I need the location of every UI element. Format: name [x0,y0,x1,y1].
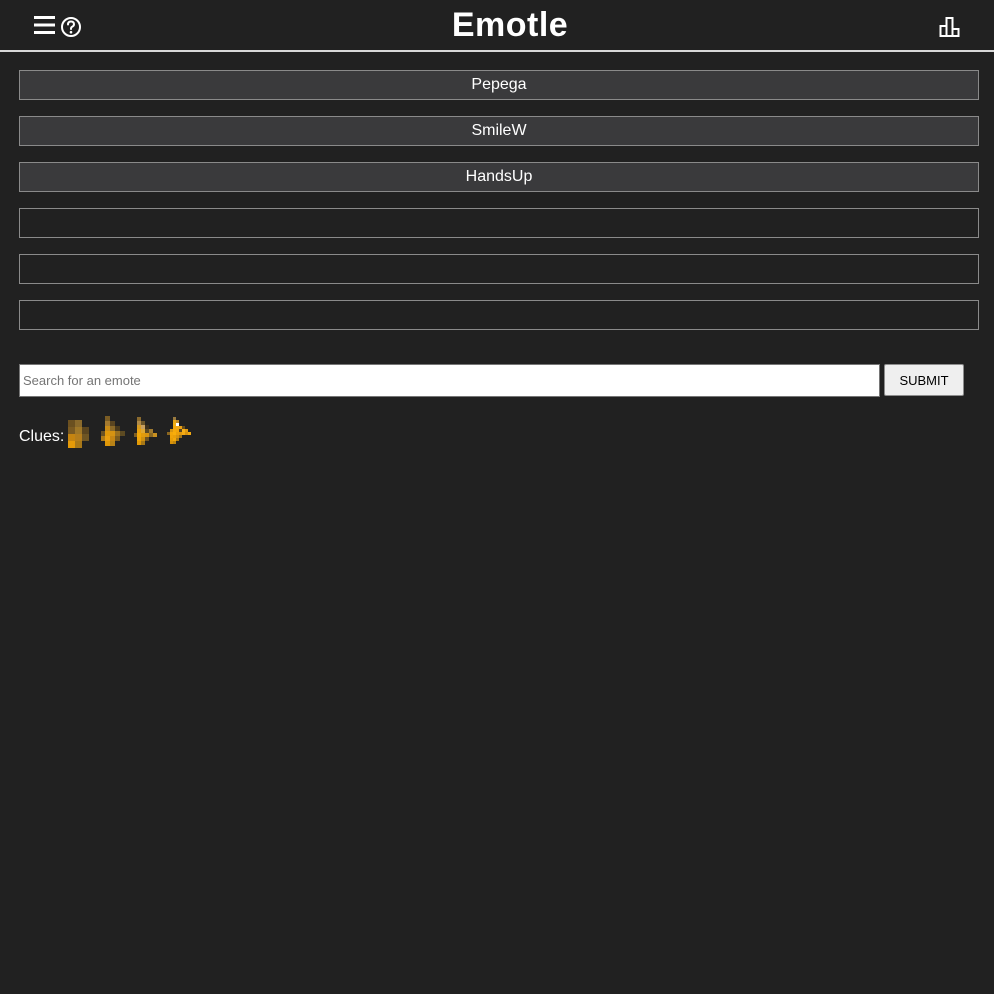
pixelated-emote-clue-2 [101,416,126,446]
guess-row-5 [19,254,979,284]
pixelated-emote-clue-1 [68,420,90,448]
clues-section: Clues: [19,412,200,448]
guess-row-6 [19,300,979,330]
guess-list: Pepega SmileW HandsUp [19,70,979,346]
app-header: Emotle [0,0,994,52]
pixelated-emote-clue-4 [167,417,192,444]
guess-row-1: Pepega [19,70,979,100]
bar-chart-icon[interactable] [939,16,963,38]
pixelated-emote-clue-3 [134,417,158,445]
guess-row-4 [19,208,979,238]
search-form: SUBMIT [19,364,979,397]
page-title: Emotle [451,6,569,44]
guess-row-2: SmileW [19,116,979,146]
clues-label: Clues: [19,428,65,445]
submit-button[interactable]: SUBMIT [884,364,964,396]
guess-row-3: HandsUp [19,162,979,192]
search-input[interactable] [19,364,880,397]
